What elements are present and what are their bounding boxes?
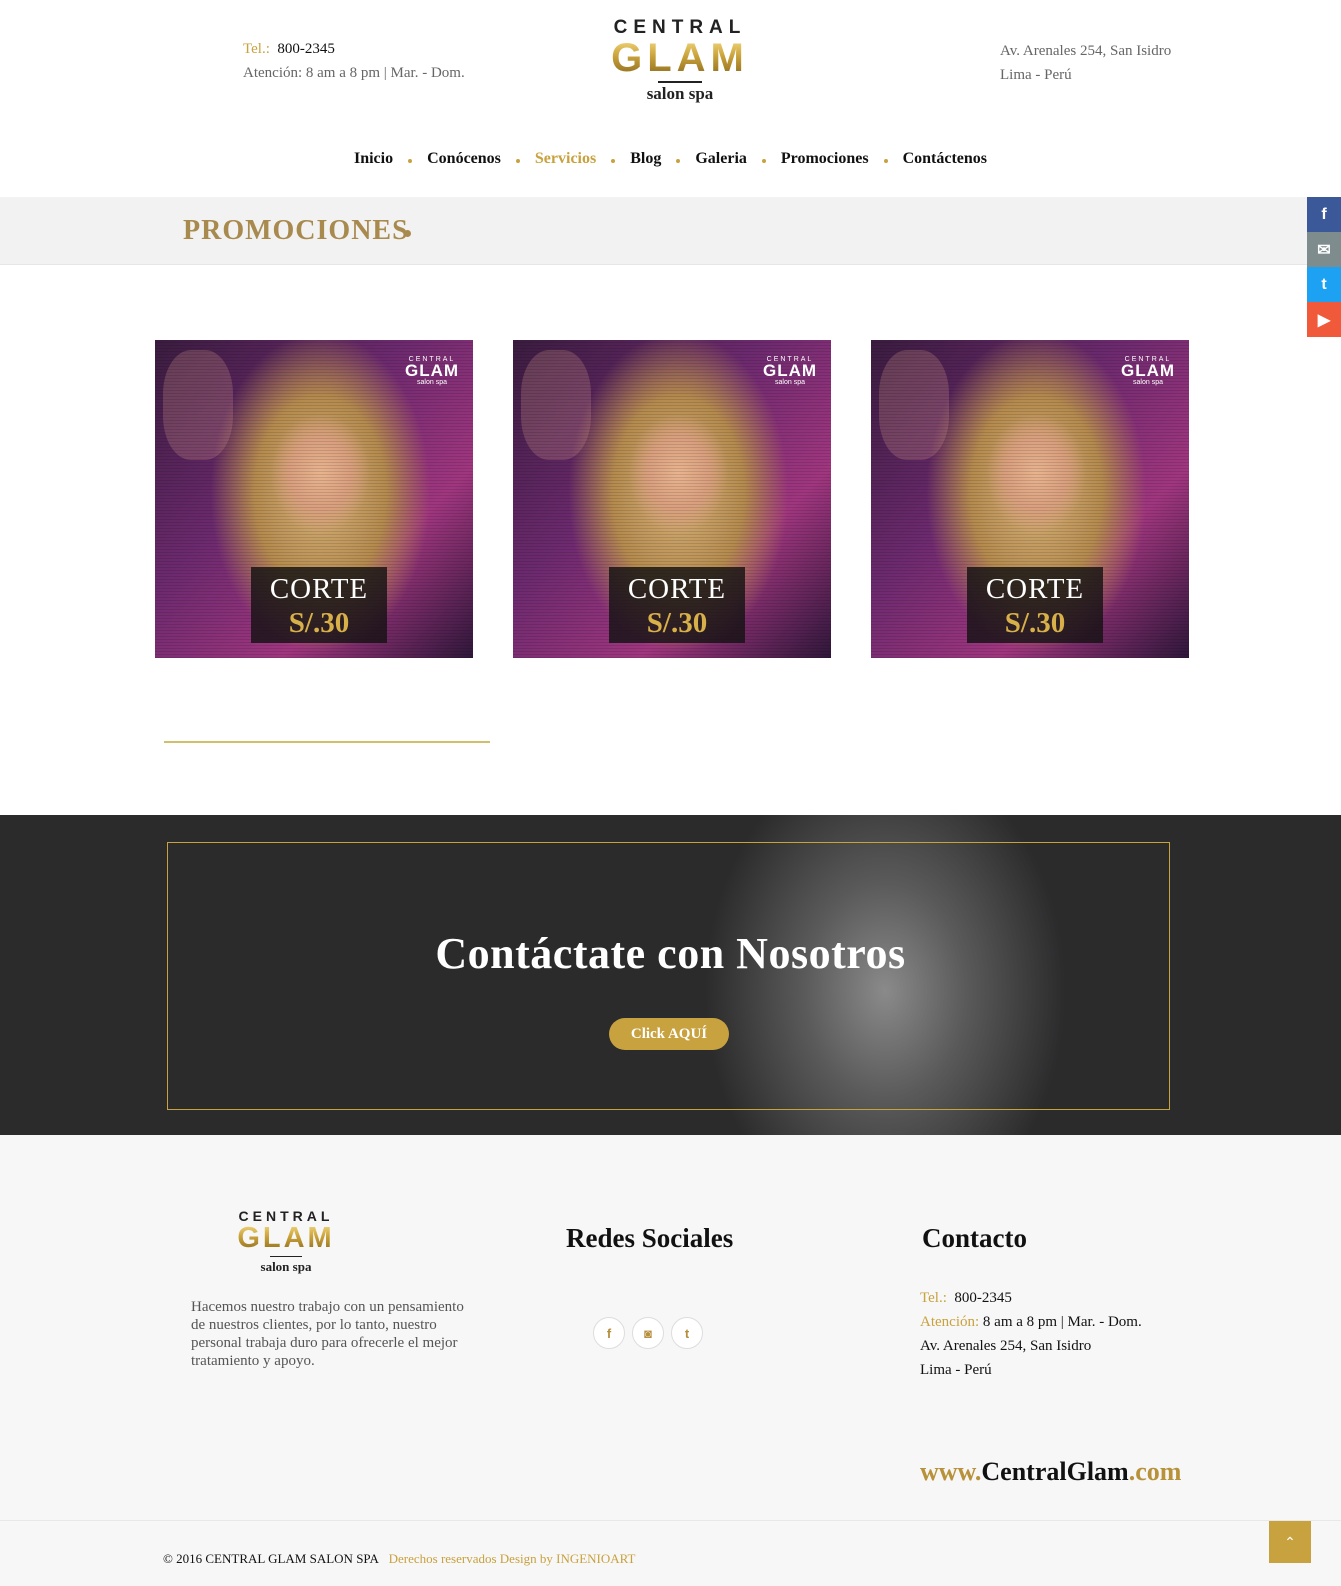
footer-phone[interactable]: 800-2345 [954,1290,1012,1306]
copyright-owner: © 2016 CENTRAL GLAM SALON SPA [163,1551,379,1566]
nav-separator-dot [761,159,766,163]
promo-logo-glam: GLAM [762,361,818,380]
header-address: Av. Arenales 254, San Isidro Lima - Perú [1000,39,1171,87]
contact-banner: Contáctate con Nosotros Click AQUÍ [0,815,1341,1135]
main-nav: Inicio Conócenos Servicios Blog Galeria … [0,150,1341,168]
side-social-bar: f ✉ t ▶ [1307,197,1341,337]
nav-separator-dot [611,159,616,163]
copyright-text: © 2016 CENTRAL GLAM SALON SPA Derechos r… [163,1551,635,1567]
footer-logo-divider [270,1256,302,1257]
nav-blog[interactable]: Blog [628,150,663,168]
promo-price-tag: CORTE S/.30 [609,567,745,643]
promo-logo-spa: salon spa [1133,379,1163,386]
nav-separator-dot [515,159,520,163]
page-title-band: PROMOCIONES [0,197,1341,265]
nav-conocenos[interactable]: Conócenos [425,150,503,168]
footer-hours: 8 am a 8 pm | Mar. - Dom. [982,1314,1142,1330]
facebook-icon[interactable]: f [593,1317,625,1349]
footer-logo-spa: salon spa [260,1259,312,1274]
logo-spa-text: salon spa [646,84,714,103]
promo-logo: CENTRAL GLAM salon spa [759,356,821,386]
promo-card[interactable]: CENTRAL GLAM salon spa CORTE S/.30 [513,340,831,658]
promo-price: S/.30 [1004,607,1066,639]
twitter-icon[interactable]: t [1307,267,1341,302]
contact-cta-button[interactable]: Click AQUÍ [609,1018,729,1050]
tel-label: Tel.: [243,41,270,57]
footer-social-title: Redes Sociales [566,1223,734,1253]
nav-separator-dot [883,159,888,163]
promo-price-tag: CORTE S/.30 [967,567,1103,643]
footer-contact-title: Contacto [922,1223,1027,1253]
promo-logo-glam: GLAM [404,361,460,380]
promo-logo-glam: GLAM [1120,361,1176,380]
promo-price: S/.30 [288,607,350,639]
nav-inicio[interactable]: Inicio [352,150,395,168]
logo-divider [658,81,702,83]
promo-price-tag: CORTE S/.30 [251,567,387,643]
instagram-icon[interactable]: ◙ [632,1317,664,1349]
footer-address-line-2: Lima - Perú [920,1362,992,1378]
logo-glam-text: GLAM [608,38,752,78]
site-name: CentralGlam [981,1457,1129,1486]
address-line-1: Av. Arenales 254, San Isidro [1000,43,1172,59]
promo-price: S/.30 [646,607,708,639]
footer-social-icons: f ◙ t [593,1317,703,1349]
footer-about-text: Hacemos nuestro trabajo con un pensamien… [191,1299,464,1369]
promo-logo-spa: salon spa [775,379,805,386]
nav-separator-dot [676,159,681,163]
promo-card[interactable]: CENTRAL GLAM salon spa CORTE S/.30 [155,340,473,658]
nav-contactenos[interactable]: Contáctenos [901,150,989,168]
nav-galeria[interactable]: Galeria [693,150,749,168]
site-footer: CENTRAL GLAM salon spa Hacemos nuestro t… [0,1135,1341,1520]
tumblr-icon[interactable]: t [671,1317,703,1349]
copyright-credit[interactable]: Derechos reservados Design by INGENIOART [389,1551,636,1566]
promo-service: CORTE [269,573,369,605]
youtube-icon[interactable]: ▶ [1307,302,1341,337]
title-dot [404,230,411,237]
banner-title: Contáctate con Nosotros [435,929,906,978]
footer-logo[interactable]: CENTRAL GLAM salon spa [235,1208,337,1275]
promo-logo-spa: salon spa [417,379,447,386]
phone-number[interactable]: 800-2345 [277,41,335,57]
promo-service: CORTE [985,573,1085,605]
site-prefix: www. [920,1457,982,1486]
footer-logo-glam: GLAM [235,1224,337,1253]
copyright-bar: © 2016 CENTRAL GLAM SALON SPA Derechos r… [0,1520,1341,1586]
promo-service: CORTE [627,573,727,605]
promo-card[interactable]: CENTRAL GLAM salon spa CORTE S/.30 [871,340,1189,658]
nav-promociones[interactable]: Promociones [779,150,871,168]
opening-hours: Atención: 8 am a 8 pm | Mar. - Dom. [243,65,465,81]
promo-logo: CENTRAL GLAM salon spa [1117,356,1179,386]
page-title: PROMOCIONES [183,215,409,246]
chevron-up-icon[interactable]: ⌃ [1269,1521,1311,1563]
nav-servicios[interactable]: Servicios [533,150,598,168]
footer-hours-label: Atención: [920,1314,980,1330]
email-icon[interactable]: ✉ [1307,232,1341,267]
section-divider [164,741,490,743]
header-contact-info: Tel.: 800-2345 Atención: 8 am a 8 pm | M… [243,37,465,85]
site-header: Tel.: 800-2345 Atención: 8 am a 8 pm | M… [0,0,1341,197]
address-line-2: Lima - Perú [1000,67,1072,83]
promo-logo: CENTRAL GLAM salon spa [401,356,463,386]
footer-contact-info: Tel.: 800-2345 Atención: 8 am a 8 pm | M… [920,1286,1142,1382]
site-logo[interactable]: CENTRAL GLAM salon spa [608,17,752,103]
footer-website-link[interactable]: www.CentralGlam.com [920,1457,1181,1487]
facebook-icon[interactable]: f [1307,197,1341,232]
footer-address-line-1: Av. Arenales 254, San Isidro [920,1338,1092,1354]
footer-tel-label: Tel.: [920,1290,947,1306]
site-suffix: .com [1128,1457,1182,1486]
nav-separator-dot [408,159,413,163]
